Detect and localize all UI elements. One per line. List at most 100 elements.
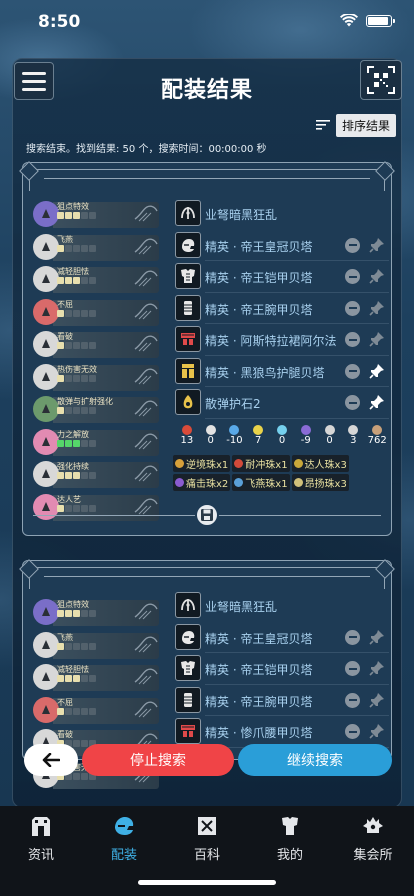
pin-button[interactable] [368,628,386,646]
equipment-row[interactable]: 精英 · 阿斯特拉裙阿尔法 [175,325,389,357]
skill-row[interactable]: 飞燕 [33,232,163,265]
pin-button[interactable] [368,299,386,317]
exclude-button[interactable] [345,332,360,347]
skill-row[interactable]: 力之解放 [33,427,163,460]
skill-icon [33,461,59,487]
skill-row[interactable]: 散弹与扩射强化 [33,394,163,427]
skill-row[interactable]: 看破 [33,329,163,362]
exclude-button[interactable] [345,395,360,410]
equipment-name: 精英 · 帝王皇冠贝塔 [205,631,313,646]
stat-icon [277,425,288,435]
skill-decoration-icon [134,433,158,449]
pin-button[interactable] [368,722,386,740]
tab-encyclopedia[interactable]: 百科 [172,814,242,863]
skill-row[interactable]: 飞燕 [33,630,163,663]
sort-results-label: 排序结果 [336,113,397,137]
skill-decoration-icon [134,465,158,482]
skill-level-pip [73,707,80,715]
result-card[interactable]: 狙点特效 飞燕 减轻胆怯 不屈 看破 热伤害无效 业弩暗黑狂乱 精英 · 帝王皇冠贝塔 精英 … [19,559,395,789]
skill-row[interactable]: 达人艺 [33,492,163,525]
decoration-label: 逆境珠x1 [186,460,229,471]
exclude-button[interactable] [345,629,360,645]
skill-level-pip [57,342,64,349]
skill-level-pip [89,212,96,219]
stat-value: 7 [246,425,270,446]
decoration-item: 达人珠x3 [291,455,349,472]
skill-row[interactable]: 热伤害无效 [33,362,163,395]
arms-icon [175,294,201,321]
skill-level [57,309,96,317]
tab-builds[interactable]: 配装 [89,814,159,863]
skill-row[interactable]: 狙点特效 [33,199,163,232]
tab-news[interactable]: 资讯 [6,814,76,863]
decoration-item: 昂扬珠x3 [291,474,349,491]
result-card[interactable]: 狙点特效飞燕 减轻胆怯 不屈 看破 热伤害无效 散弹与扩射强化 力之解放 强化持续 达人艺 业弩… [19,161,395,536]
exclude-button[interactable] [345,269,360,284]
stat-number: -9 [300,435,311,446]
equipment-row[interactable]: 精英 · 帝王皇冠贝塔 [175,623,389,655]
skill-name: 狙点特效 [57,202,89,211]
skill-level-pip [89,277,96,284]
pin-button[interactable] [368,236,386,254]
exclude-button[interactable] [345,661,360,676]
sort-results-button[interactable]: 排序结果 [316,113,397,137]
skill-level-pip [57,707,64,715]
exclude-button[interactable] [345,363,360,379]
skill-level [57,407,96,414]
charm-icon [175,389,201,415]
stat-icon [253,425,264,435]
weapon-icon [175,592,201,618]
skill-level-pip [89,707,96,715]
skill-decoration-icon [134,498,158,514]
save-build-button[interactable] [195,503,219,527]
qr-code-button[interactable] [360,60,402,100]
stats-row: 13 0 -10 7 0 -9 0 3 762 [175,425,389,446]
pin-button[interactable] [368,393,386,411]
pin-button[interactable] [368,659,386,677]
skill-row[interactable]: 狙点特效 [33,597,163,630]
equipment-row[interactable]: 业弩暗黑狂乱 [175,591,389,623]
pin-button[interactable] [368,267,386,285]
equipment-row[interactable]: 精英 · 帝王腕甲贝塔 [175,294,389,326]
pin-button[interactable] [368,691,386,709]
equipment-row[interactable]: 业弩暗黑狂乱 [175,199,389,231]
skill-row[interactable]: 减轻胆怯 [33,264,163,297]
equipment-row[interactable]: 精英 · 帝王皇冠贝塔 [175,231,389,263]
skill-level-pip [73,244,80,252]
skill-row[interactable]: 减轻胆怯 [33,662,163,695]
skill-decoration-icon [134,668,158,685]
equipment-row[interactable]: 精英 · 帝王腕甲贝塔 [175,686,389,718]
equipment-row[interactable]: 散弹护石2 [175,388,389,420]
stat-icon [348,425,359,435]
stat-number: 0 [326,435,333,446]
back-button[interactable] [24,744,78,776]
stop-search-button[interactable]: 停止搜索 [82,744,234,776]
skill-level [57,277,96,284]
pin-button[interactable] [368,362,386,380]
exclude-button[interactable] [345,692,360,708]
skill-level-pip [81,342,88,349]
equipment-row[interactable]: 精英 · 帝王铠甲贝塔 [175,654,389,686]
skill-decoration-icon [134,368,158,384]
equipment-row[interactable]: 精英 · 帝王铠甲贝塔 [175,262,389,294]
skill-icon [33,396,59,422]
status-time: 8:50 [38,12,81,32]
tab-gathering-hub[interactable]: 集会所 [338,814,408,863]
exclude-button[interactable] [345,237,360,253]
decoration-label: 痛击珠x2 [186,479,229,490]
tab-mine[interactable]: 我的 [255,814,325,863]
skill-level-pip [73,642,80,650]
pin-button[interactable] [368,330,386,348]
page-title: 配装结果 [160,78,253,103]
qr-scan-icon [367,66,395,94]
exclude-button[interactable] [345,300,360,316]
stat-value: 0 [270,425,294,446]
continue-search-button[interactable]: 继续搜索 [238,744,392,776]
skill-row[interactable]: 强化持续 [33,459,163,492]
skill-row[interactable]: 不屈 [33,297,163,330]
skill-level-pip [89,244,96,252]
card-frame [19,161,395,191]
exclude-button[interactable] [345,724,360,739]
equipment-row[interactable]: 精英 · 黑狼鸟护腿贝塔 [175,357,389,389]
skill-row[interactable]: 不屈 [33,695,163,728]
